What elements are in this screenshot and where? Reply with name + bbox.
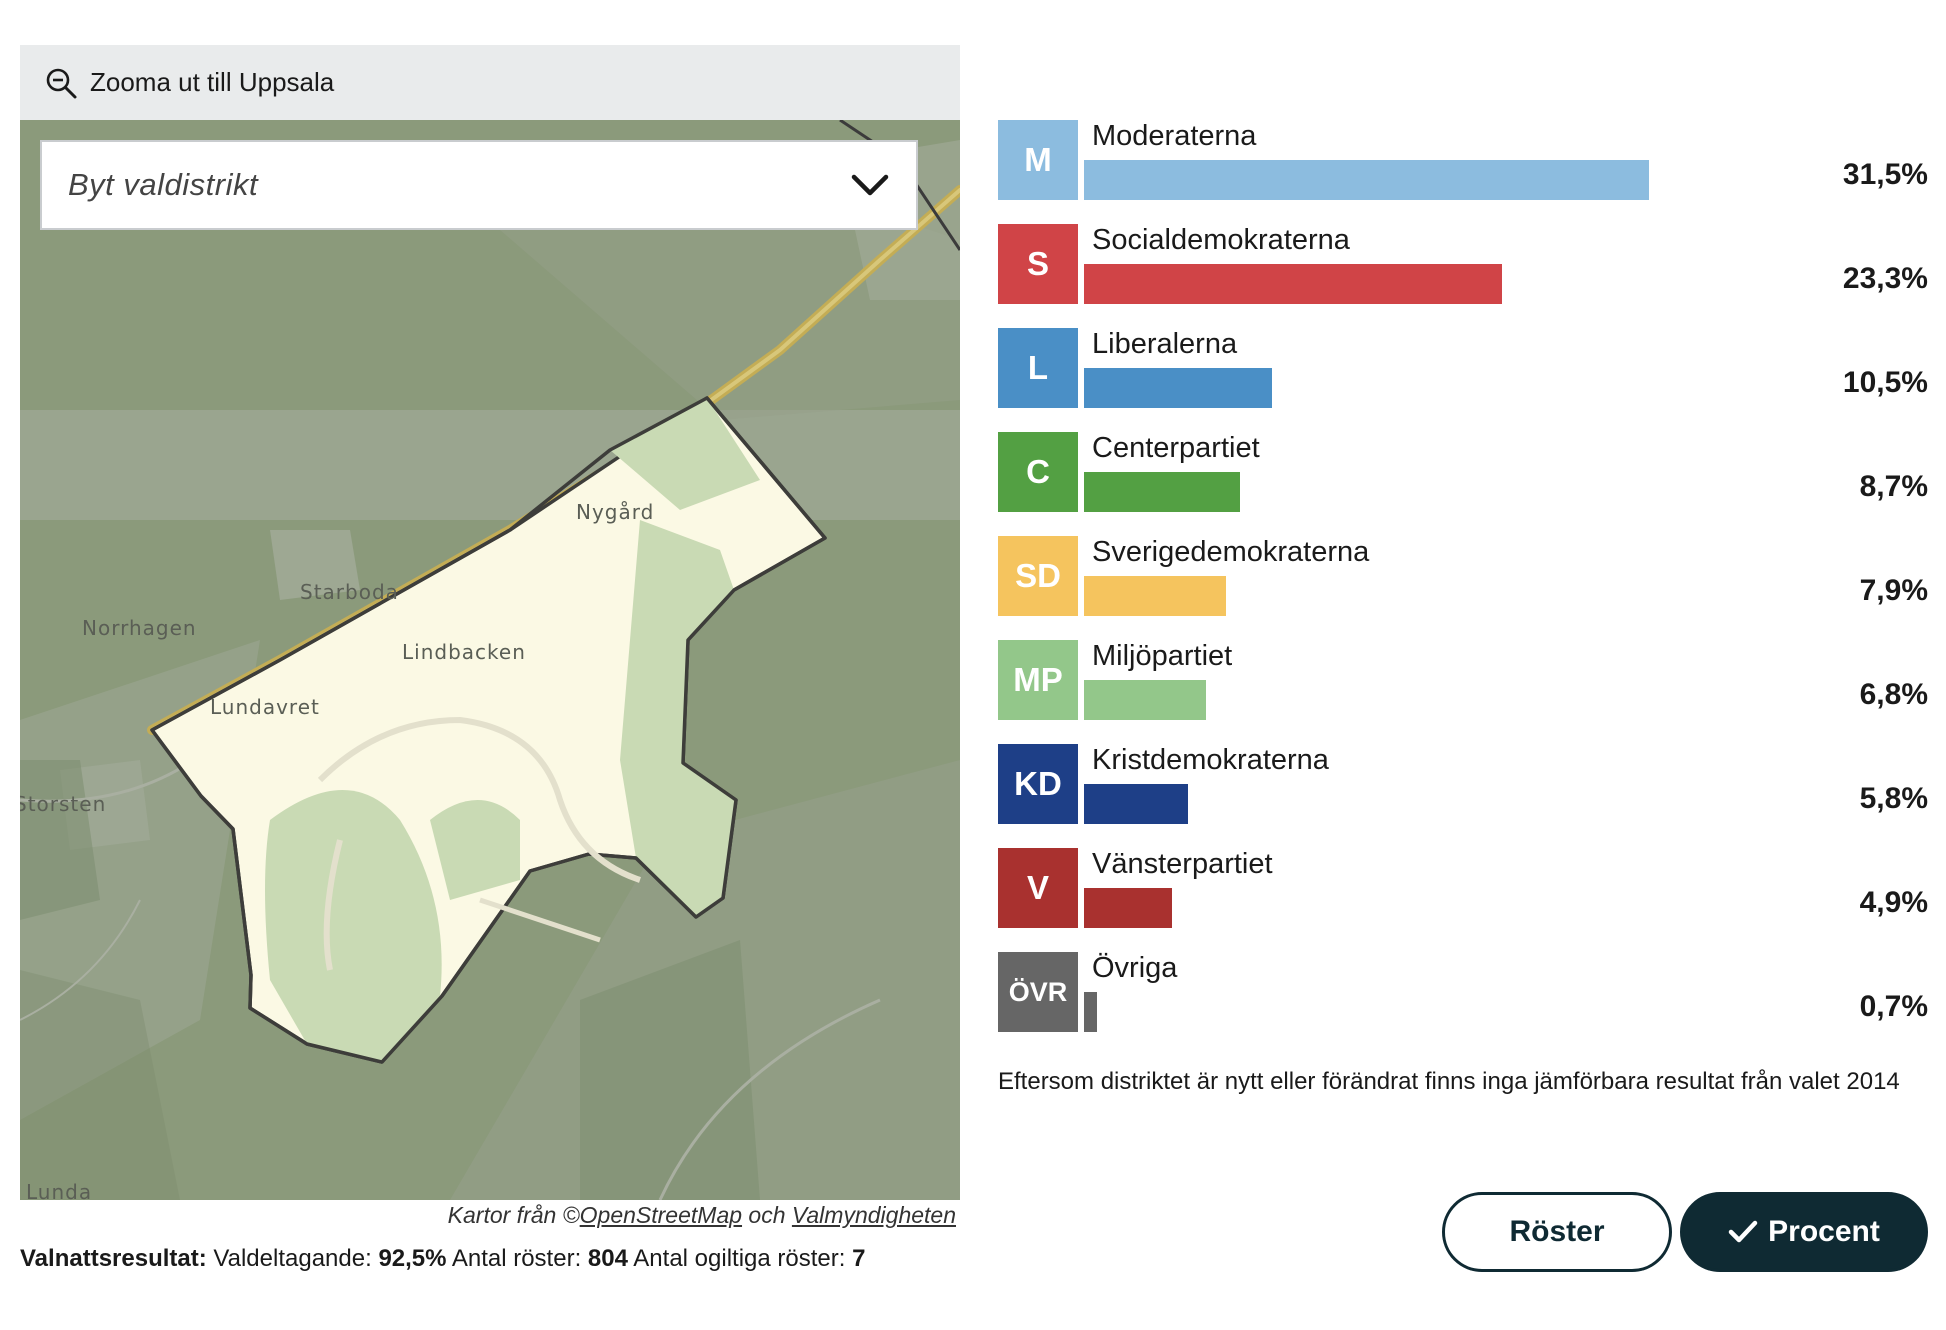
map-label-starboda: Starboda: [300, 580, 399, 604]
party-row: SD Sverigedemokraterna 7,9%: [998, 534, 1928, 638]
party-badge: M: [998, 120, 1078, 200]
map-label-lindbacken: Lindbacken: [402, 640, 526, 664]
percent-toggle-label: Procent: [1768, 1215, 1880, 1248]
party-badge: V: [998, 848, 1078, 928]
party-percent: 6,8%: [1859, 678, 1928, 711]
party-badge: SD: [998, 536, 1078, 616]
map-label-nygard: Nygård: [576, 500, 655, 524]
party-name: Centerpartiet: [1092, 432, 1260, 464]
zoom-out-button[interactable]: Zooma ut till Uppsala: [20, 45, 960, 120]
party-badge: ÖVR: [998, 952, 1078, 1032]
party-percent: 0,7%: [1859, 990, 1928, 1023]
votes-value: 804: [587, 1245, 628, 1272]
votes-toggle-button[interactable]: Röster: [1442, 1192, 1672, 1272]
party-bar: [1084, 264, 1502, 304]
party-badge: KD: [998, 744, 1078, 824]
party-badge: C: [998, 432, 1078, 512]
votes-label: Antal röster:: [446, 1245, 588, 1272]
check-icon: [1728, 1220, 1758, 1243]
party-bar: [1084, 160, 1649, 200]
party-percent: 8,7%: [1859, 470, 1928, 503]
party-row: V Vänsterpartiet 4,9%: [998, 846, 1928, 950]
district-select[interactable]: Byt valdistrikt: [40, 140, 918, 230]
attribution-prefix: Kartor från ©: [447, 1202, 580, 1228]
zoom-out-label: Zooma ut till Uppsala: [90, 67, 335, 97]
party-name: Socialdemokraterna: [1092, 224, 1350, 256]
invalid-votes-value: 7: [852, 1245, 866, 1272]
percent-toggle-button[interactable]: Procent: [1680, 1192, 1928, 1272]
party-percent: 31,5%: [1842, 158, 1928, 191]
party-bar: [1084, 784, 1189, 824]
party-bar: [1084, 472, 1241, 512]
party-percent: 4,9%: [1859, 886, 1928, 919]
party-name: Liberalerna: [1092, 328, 1238, 360]
map-attribution: Kartor från ©OpenStreetMap och Valmyndig…: [20, 1202, 956, 1229]
party-bar: [1084, 888, 1172, 928]
election-summary: Valnattsresultat: Valdeltagande: 92,5% A…: [20, 1245, 865, 1273]
party-row: M Moderaterna 31,5%: [998, 118, 1928, 222]
invalid-votes-label: Antal ogiltiga röster:: [627, 1245, 853, 1272]
turnout-value: 92,5%: [378, 1245, 447, 1272]
valmyndigheten-link[interactable]: Valmyndigheten: [792, 1202, 956, 1228]
party-bar: [1084, 992, 1097, 1032]
party-row: KD Kristdemokraterna 5,8%: [998, 742, 1928, 846]
map-label-norrhagen: Norrhagen: [82, 616, 197, 640]
summary-label: Valnattsresultat:: [20, 1245, 207, 1272]
party-row: ÖVR Övriga 0,7%: [998, 950, 1928, 1054]
map-label-storsten: Storsten: [20, 792, 107, 816]
party-name: Övriga: [1092, 952, 1178, 984]
party-bar: [1084, 576, 1226, 616]
zoom-out-icon: [46, 68, 77, 98]
party-badge: MP: [998, 640, 1078, 720]
map-label-lunda: Lunda: [26, 1180, 93, 1200]
party-row: C Centerpartiet 8,7%: [998, 430, 1928, 534]
party-bar: [1084, 680, 1206, 720]
party-percent: 10,5%: [1842, 366, 1928, 399]
map-label-lundavret: Lundavret: [210, 695, 320, 719]
party-name: Vänsterpartiet: [1092, 848, 1273, 880]
party-row: S Socialdemokraterna 23,3%: [998, 222, 1928, 326]
party-name: Moderaterna: [1092, 120, 1257, 152]
party-name: Sverigedemokraterna: [1092, 536, 1370, 568]
party-name: Kristdemokraterna: [1092, 744, 1329, 776]
party-percent: 7,9%: [1859, 574, 1928, 607]
votes-toggle-label: Röster: [1509, 1215, 1605, 1248]
party-row: MP Miljöpartiet 6,8%: [998, 638, 1928, 742]
party-row: L Liberalerna 10,5%: [998, 326, 1928, 430]
party-results-chart: M Moderaterna 31,5% S Socialdemokraterna 23,3…: [998, 118, 1928, 1054]
comparison-note: Eftersom distriktet är nytt eller föränd…: [998, 1068, 1900, 1095]
district-map[interactable]: Byt valdistrikt Nygård Starboda Norrhage…: [20, 120, 960, 1200]
chevron-down-icon: [851, 174, 889, 196]
party-badge: S: [998, 224, 1078, 304]
party-percent: 5,8%: [1859, 782, 1928, 815]
openstreetmap-link[interactable]: OpenStreetMap: [580, 1202, 742, 1228]
attribution-and: och: [742, 1202, 792, 1228]
party-badge: L: [998, 328, 1078, 408]
party-bar: [1084, 368, 1273, 408]
district-select-placeholder: Byt valdistrikt: [68, 167, 259, 202]
party-percent: 23,3%: [1842, 262, 1928, 295]
party-name: Miljöpartiet: [1092, 640, 1233, 672]
turnout-label: Valdeltagande:: [206, 1245, 379, 1272]
